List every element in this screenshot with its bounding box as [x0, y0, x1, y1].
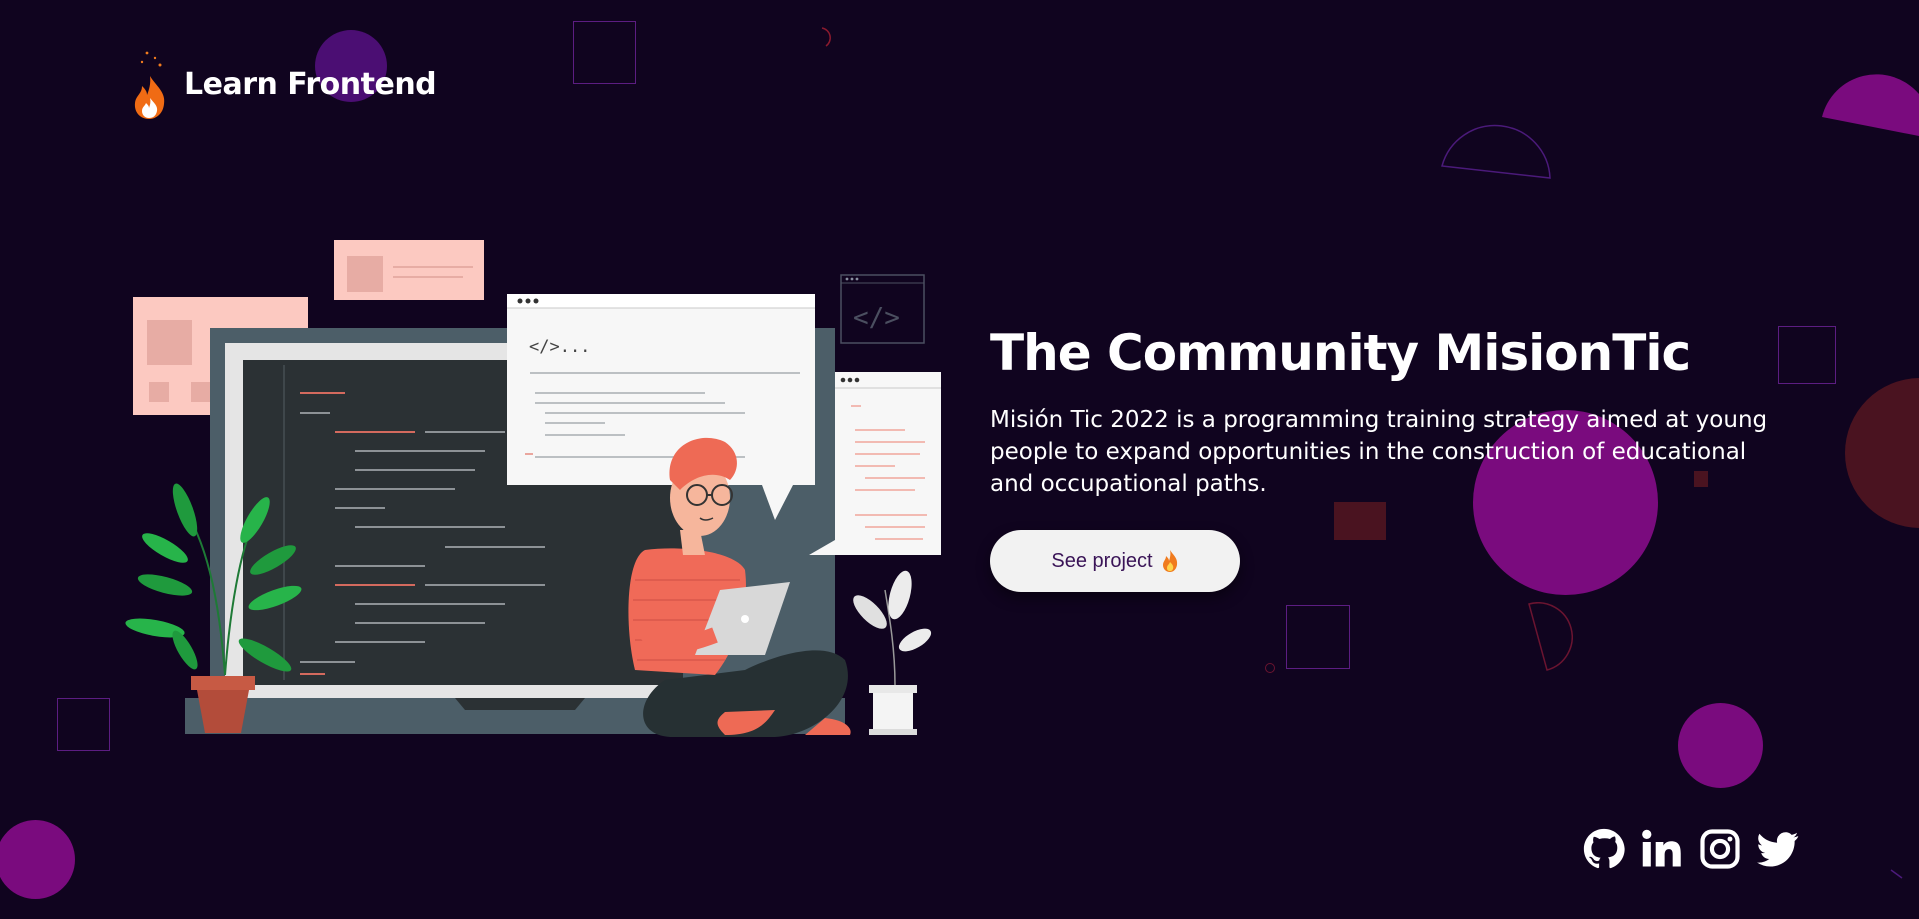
deco-ring [1265, 663, 1275, 673]
plant-right [853, 570, 932, 735]
instagram-icon[interactable] [1699, 828, 1741, 870]
deco-square [1286, 605, 1350, 669]
fire-icon [1161, 549, 1179, 573]
social-links [1583, 828, 1799, 870]
deco-circle [1845, 378, 1919, 528]
deco-semicircle-outline [1441, 124, 1551, 179]
deco-semicircle-filled [1822, 74, 1919, 136]
deco-square [573, 21, 636, 84]
landing-page: Learn Frontend </>... </> The Community … [0, 0, 1919, 919]
fire-icon [134, 51, 165, 119]
brand[interactable]: Learn Frontend [130, 44, 437, 124]
twitter-icon[interactable] [1757, 828, 1799, 870]
see-project-label: See project [1051, 549, 1153, 572]
developer-illustration: </>... </> [125, 240, 941, 737]
deco-half-circle [821, 27, 831, 47]
deco-circle [0, 820, 75, 899]
hero-description: Misión Tic 2022 is a programming trainin… [990, 407, 1768, 497]
linkedin-icon[interactable] [1641, 828, 1683, 870]
hero-title: The Community MisionTic [990, 324, 1691, 382]
hero-section: The Community MisionTic Misión Tic 2022 … [990, 322, 1790, 592]
github-icon[interactable] [1583, 828, 1625, 870]
deco-circle [1678, 703, 1763, 788]
deco-half-circle [1528, 602, 1573, 671]
deco-square [57, 698, 110, 751]
brand-title: Learn Frontend [184, 66, 437, 102]
see-project-button[interactable]: See project [990, 530, 1240, 592]
code-tag-text: </>... [529, 337, 590, 357]
code-icon-text: </> [853, 303, 900, 333]
deco-mark [1890, 869, 1903, 879]
